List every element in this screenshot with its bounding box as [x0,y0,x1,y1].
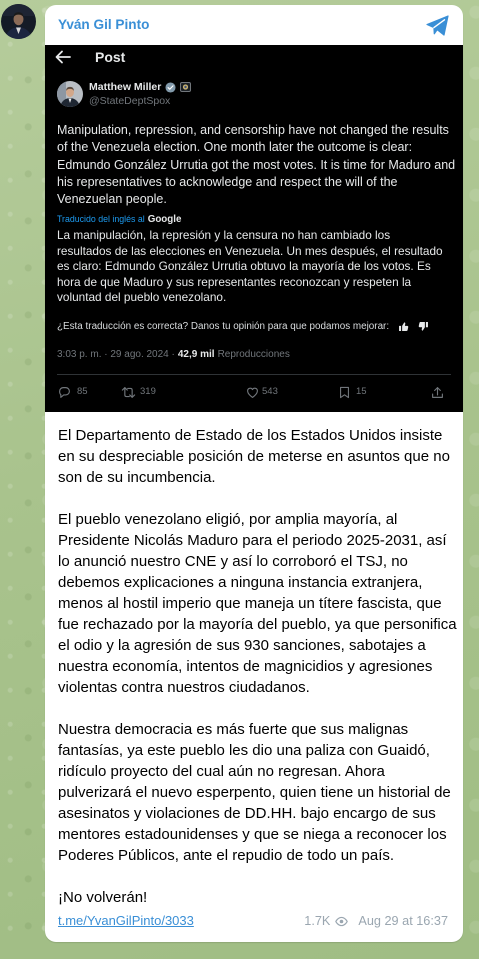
message-line: lo anunció nuestro CNE y así lo corrobor… [58,553,408,570]
message-line: violentas contra nuestros ciudadanos. [58,679,310,696]
repost-count: 319 [140,386,156,397]
message-line: debemos explicaciones a ninguna instanci… [58,574,423,591]
post-header-title: Post [95,49,126,65]
message-line: Poderes Públicos, ante el repudio de tod… [58,847,395,864]
message-date: Aug 29 at 16:37 [358,914,448,928]
author-name: Matthew Miller [89,81,162,93]
channel-avatar[interactable] [1,4,36,39]
author-avatar [57,81,83,107]
message-paragraph: El Departamento de Estado de los Estados… [58,425,457,488]
message-line: ¡No volverán! [58,889,148,906]
post-timestamp: 3:03 p. m. · 29 ago. 2024 · [57,349,175,360]
message-line: fantasías, ya este pueblo les dio una pa… [58,742,430,759]
translation-line: hora de que Maduro y sus representantes … [57,274,412,289]
message-bubble: Yván Gil Pinto Post Matthew Miller @Stat… [45,5,463,942]
views-count: 1.7K [304,914,331,928]
thumbs-up-icon [398,321,409,332]
translation-label: Traducido del inglés al [57,214,145,224]
message-footer-stats: 1.7K Aug 29 at 16:37 [304,912,448,930]
translation-feedback-prompt: ¿Esta traducción es correcta? Danos tu o… [57,321,390,332]
message-line: Presidente Nicolás Maduro para el period… [58,532,447,549]
message-line: el odio y la agresión de sus 930 sancion… [58,637,426,654]
divider [57,374,451,375]
translation-line: La manipulación, la represión y la censu… [57,228,391,242]
post-link[interactable]: t.me/YvanGilPinto/3033 [58,912,194,930]
share-icon [431,385,444,399]
embedded-post-image[interactable]: Post Matthew Miller @StateDeptSpox Manip… [45,45,463,412]
translation-line: resultados de las elecciones en Venezuel… [57,243,443,258]
verified-badge-icon [165,81,176,93]
message-paragraph: El pueblo venezolano eligió, por amplia … [58,509,457,698]
message-line: son de su incumbencia. [58,469,216,486]
author-name-row: Matthew Miller [89,80,192,94]
reply-icon [58,385,71,399]
message-line: asesinatos y violaciones de DD.HH. bajo … [58,805,436,822]
like-icon [246,385,259,399]
back-arrow-icon [55,50,71,64]
message-line: pulverizará el nuevo esperpento, quien t… [58,784,451,801]
message-line: El Departamento de Estado de los Estados… [58,427,443,444]
thumbs-down-icon [418,321,429,332]
post-text-line: Edmundo González Urrutia got the most vo… [57,157,456,172]
translation-line: es claro: Edmundo González Urrutia obtuv… [57,259,431,273]
message-line: El pueblo venezolano eligió, por amplia … [58,511,398,528]
repost-icon [121,385,136,399]
message-line: en su despreciable posición de meterse e… [58,448,450,465]
like-count: 543 [262,386,278,397]
post-meta: 3:03 p. m. · 29 ago. 2024 · 42,9 mil Repro… [57,349,290,361]
affiliation-badge-icon [180,82,192,92]
post-text-translation: La manipulación, la represión y la censu… [57,228,443,306]
channel-name[interactable]: Yván Gil Pinto [58,16,149,34]
message-line: ridículo proyecto del cual aún no regres… [58,763,385,780]
message-line: fue rechazado por la mayoría del pueblo,… [58,616,457,633]
post-view-label: Reproducciones [217,349,290,360]
message-text: El Departamento de Estado de los Estados… [58,425,457,908]
bookmark-icon [339,385,350,399]
bookmark-count: 15 [356,386,367,397]
post-view-count: 42,9 mil [177,349,215,360]
translation-line: voluntad del pueblo venezolano. [57,290,227,304]
post-text-english: Manipulation, repression, and censorship… [57,122,455,208]
message-line: menos al hostil imperio que maneja un tí… [58,595,442,612]
post-text-line: Venezuelan people. [57,192,167,207]
translation-attribution: Traducido del inglés al Google [57,212,181,226]
post-text-line: of the Venezuela election. One month lat… [57,140,413,155]
channel-avatar-image [1,4,36,39]
author-handle: @StateDeptSpox [89,95,171,107]
message-line: nuestra economía, intentos de magnicidio… [58,658,433,675]
message-paragraph: ¡No volverán! [58,887,457,908]
post-text-line: Manipulation, repression, and censorship… [57,123,449,137]
eye-icon [335,915,349,928]
message-paragraph: Nuestra democracia es más fuerte que sus… [58,719,457,866]
share-paper-plane-icon[interactable] [425,14,450,37]
reply-count: 85 [77,386,88,397]
message-line: Nuestra democracia es más fuerte que sus… [58,721,409,738]
post-text-line: his representatives to acknowledge and r… [57,174,398,189]
translation-provider: Google [147,214,182,225]
message-line: mentores estadounidenses y que se niega … [58,826,447,843]
